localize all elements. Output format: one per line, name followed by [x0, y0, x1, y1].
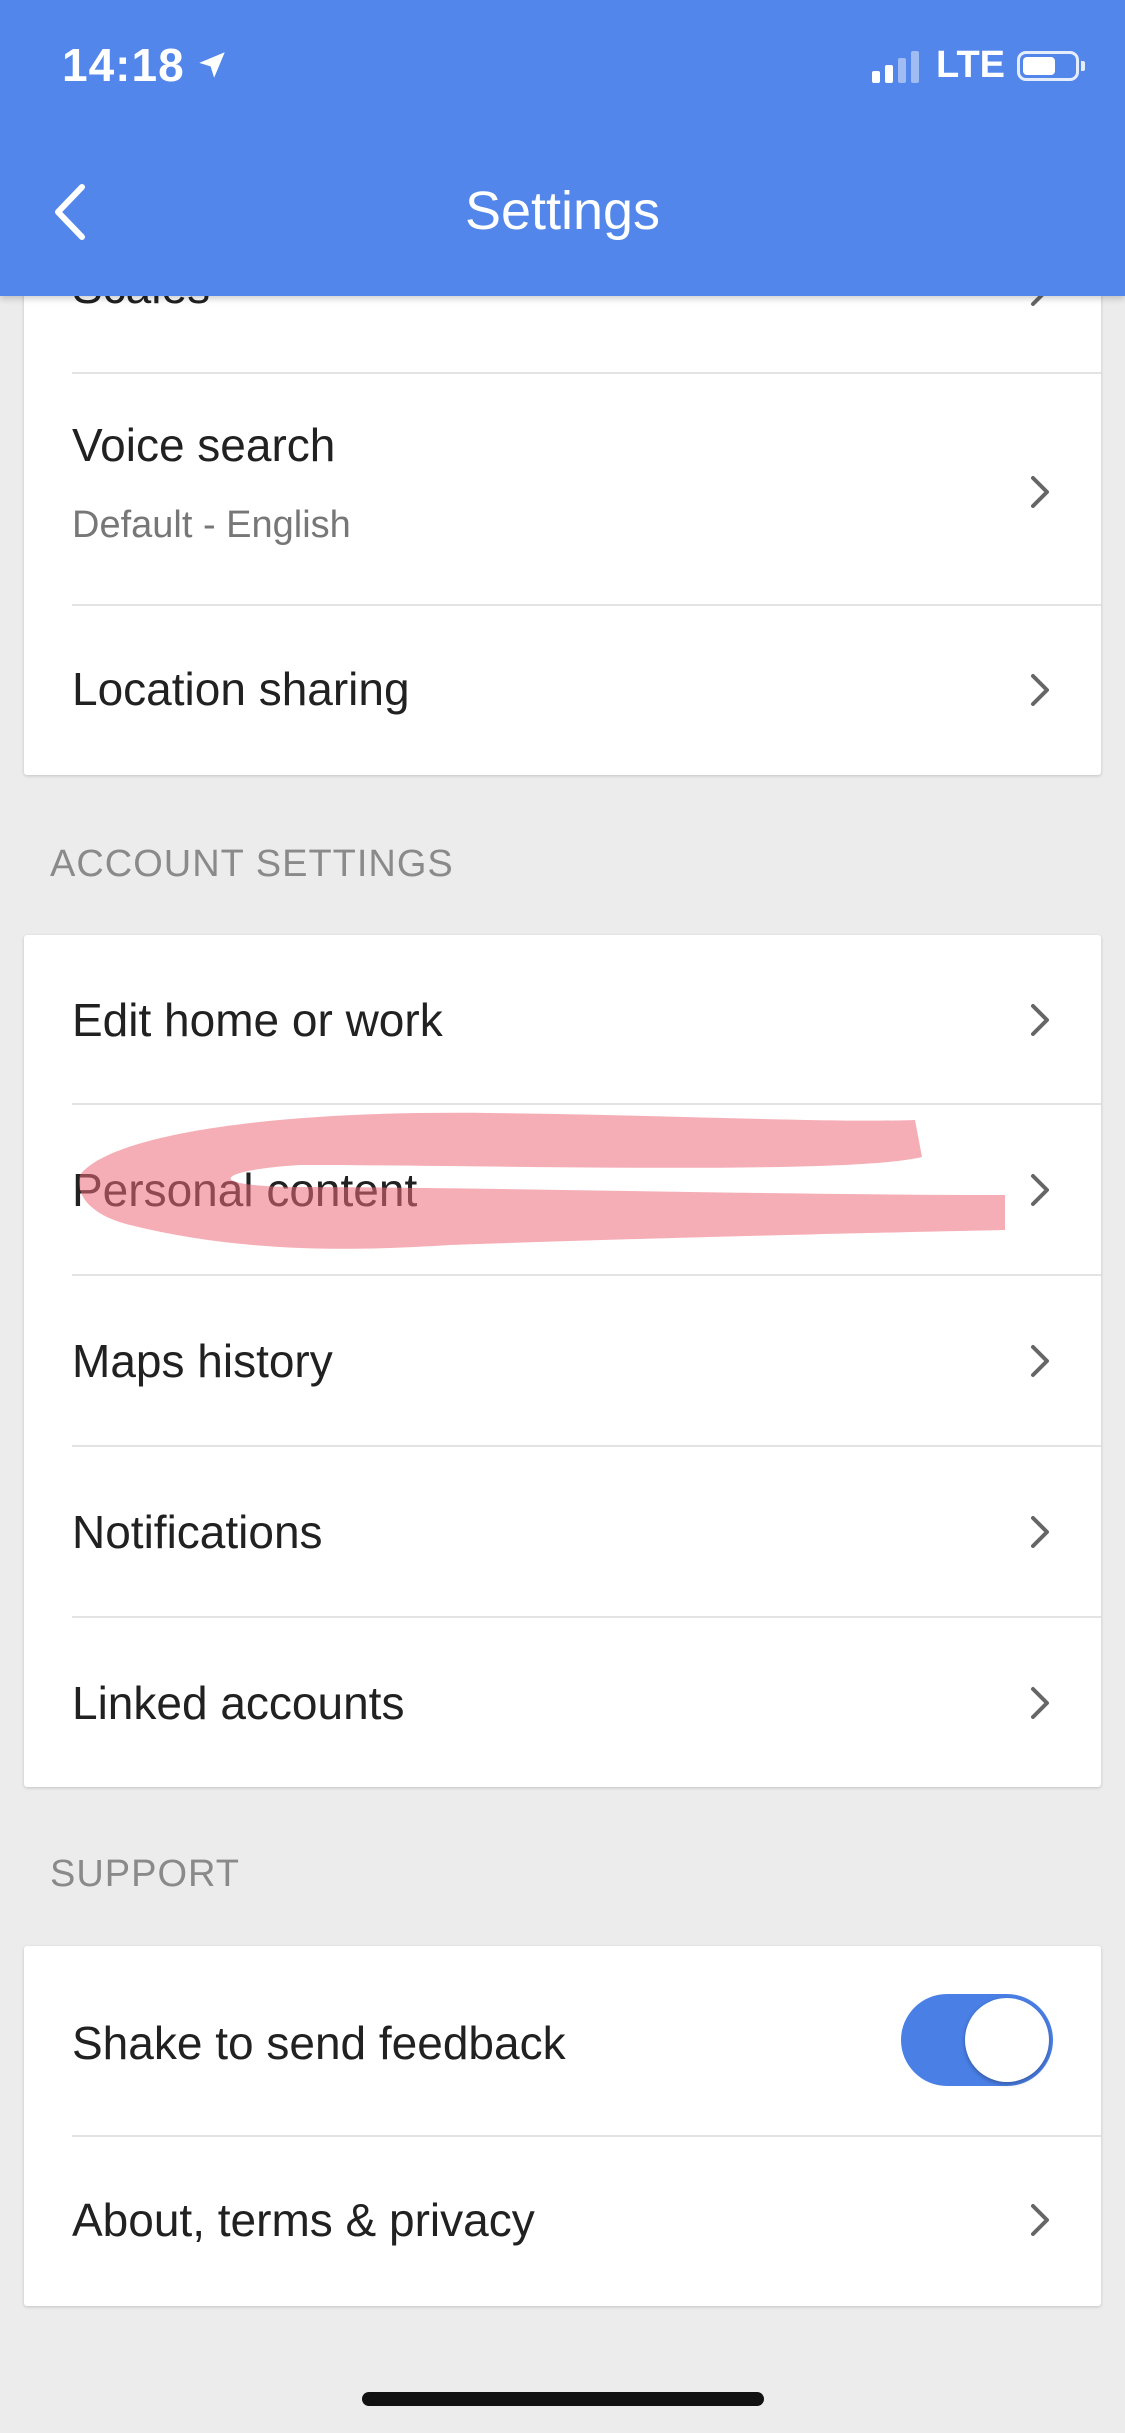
chevron-right-icon	[1031, 1174, 1049, 1206]
home-indicator	[362, 2392, 764, 2406]
settings-item-notifications[interactable]: Notifications	[72, 1447, 1101, 1618]
settings-item-label: Location sharing	[72, 663, 410, 715]
page-title: Settings	[464, 181, 661, 241]
settings-item-label: Voice search	[72, 419, 336, 471]
settings-item-label: Edit home or work	[72, 994, 443, 1046]
settings-item-label: Maps history	[72, 1335, 333, 1387]
section-header-account-settings: ACCOUNT SETTINGS	[50, 843, 454, 885]
battery-icon	[1017, 50, 1085, 81]
settings-item-personal-content[interactable]: Personal content	[72, 1105, 1101, 1276]
settings-item-subtitle: Default - English	[72, 504, 351, 546]
chevron-right-icon	[1031, 1004, 1049, 1036]
signal-icon	[872, 49, 924, 83]
settings-item-label: Personal content	[72, 1164, 418, 1216]
chevron-right-icon	[1031, 1345, 1049, 1377]
chevron-right-icon	[1031, 476, 1049, 508]
section-header-support: SUPPORT	[50, 1853, 241, 1895]
support-card: Shake to send feedback About, terms & pr…	[24, 1946, 1101, 2306]
status-time: 14:18	[62, 38, 229, 92]
chevron-right-icon	[1031, 2204, 1049, 2236]
status-time-text: 14:18	[62, 39, 185, 91]
chevron-right-icon	[1031, 1516, 1049, 1548]
settings-item-label: Shake to send feedback	[72, 2017, 566, 2069]
toggle-knob	[965, 1998, 1049, 2082]
shake-feedback-toggle[interactable]	[901, 1994, 1053, 2086]
network-type: LTE	[936, 44, 1005, 86]
settings-item-label: Notifications	[72, 1506, 323, 1558]
chevron-right-icon	[1031, 1687, 1049, 1719]
settings-item-edit-home-or-work[interactable]: Edit home or work	[72, 935, 1101, 1105]
settings-item-label: Linked accounts	[72, 1677, 405, 1729]
location-arrow-icon	[198, 52, 225, 78]
app-bar: 14:18 LTE Settings	[0, 0, 1125, 296]
settings-item-maps-history[interactable]: Maps history	[72, 1276, 1101, 1447]
settings-item-shake-to-send-feedback[interactable]: Shake to send feedback	[72, 1946, 1101, 2137]
chevron-right-icon	[1031, 674, 1049, 706]
settings-item-linked-accounts[interactable]: Linked accounts	[72, 1618, 1101, 1787]
settings-item-location-sharing[interactable]: Location sharing	[72, 606, 1101, 775]
account-settings-card: Edit home or work Personal content Maps …	[24, 935, 1101, 1787]
settings-item-label: About, terms & privacy	[72, 2194, 535, 2246]
status-indicators: LTE	[872, 44, 1085, 87]
settings-item-voice-search[interactable]: Voice search Default - English	[72, 374, 1101, 606]
settings-item-about-terms-privacy[interactable]: About, terms & privacy	[72, 2137, 1101, 2306]
